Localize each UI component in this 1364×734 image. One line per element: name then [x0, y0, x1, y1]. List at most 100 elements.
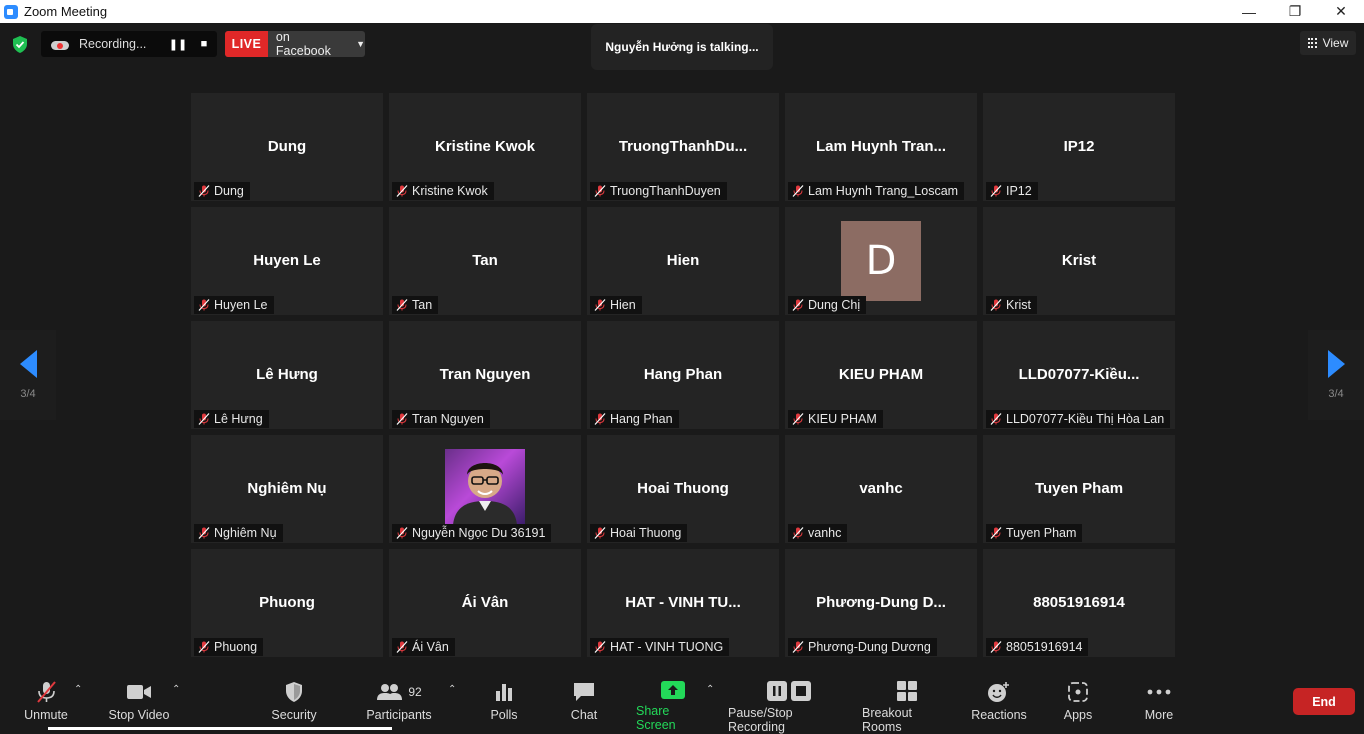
- end-meeting-button[interactable]: End: [1293, 688, 1355, 715]
- reactions-label: Reactions: [971, 708, 1027, 722]
- participant-tile[interactable]: HAT - VINH TU... HAT - VINH TUONG: [587, 549, 779, 657]
- participant-label-text: 88051916914: [1006, 640, 1083, 654]
- security-shield-icon: [284, 680, 304, 704]
- apps-button[interactable]: Apps: [1062, 680, 1094, 726]
- participant-tile[interactable]: Phương-Dung D... Phương-Dung Dương: [785, 549, 977, 657]
- security-button[interactable]: Security: [268, 680, 320, 726]
- participant-label-text: Ái Vân: [412, 640, 449, 654]
- live-badge: LIVE: [225, 31, 268, 57]
- participant-tile[interactable]: Nguyễn Ngọc Du 36191: [389, 435, 581, 543]
- audio-options-caret-icon[interactable]: ⌃: [74, 684, 82, 695]
- stop-video-button[interactable]: Stop Video: [106, 680, 172, 726]
- participant-tile[interactable]: D Dung Chị: [785, 207, 977, 315]
- participant-tile[interactable]: 88051916914 88051916914: [983, 549, 1175, 657]
- page-indicator-left: 3/4: [20, 388, 36, 400]
- participant-name-label: Nghiêm Nụ: [194, 524, 283, 542]
- participant-tile[interactable]: TruongThanhDu... TruongThanhDuyen: [587, 93, 779, 201]
- page-indicator-right: 3/4: [1328, 388, 1344, 400]
- restore-icon[interactable]: ❐: [1272, 0, 1318, 23]
- participant-display-name: LLD07077-Kiều...: [1018, 366, 1140, 383]
- participant-name-label: Nguyễn Ngọc Du 36191: [392, 524, 552, 542]
- participant-tile[interactable]: KIEU PHAM KIEU PHAM: [785, 321, 977, 429]
- pause-stop-recording-button[interactable]: Pause/Stop Recording: [728, 680, 850, 734]
- participant-tile[interactable]: Lam Huynh Tran... Lam Huynh Trang_Loscam: [785, 93, 977, 201]
- participant-tile[interactable]: Krist Krist: [983, 207, 1175, 315]
- unmute-button[interactable]: Unmute: [22, 680, 70, 726]
- participant-tile[interactable]: Nghiêm Nụ Nghiêm Nụ: [191, 435, 383, 543]
- participant-tile[interactable]: Hang Phan Hang Phan: [587, 321, 779, 429]
- close-icon[interactable]: ✕: [1318, 0, 1364, 23]
- participant-tile[interactable]: IP12 IP12: [983, 93, 1175, 201]
- participant-tile[interactable]: Dung Dung: [191, 93, 383, 201]
- avatar-photo: [445, 449, 525, 525]
- avatar: D: [841, 221, 921, 301]
- participant-name-label: Phuong: [194, 638, 264, 656]
- share-screen-button[interactable]: Share Screen: [636, 680, 710, 732]
- participant-display-name: Huyen Le: [253, 252, 321, 269]
- participant-tile[interactable]: vanhc vanhc: [785, 435, 977, 543]
- participant-display-name: Dung: [267, 138, 307, 155]
- participant-tile[interactable]: Hoai Thuong Hoai Thuong: [587, 435, 779, 543]
- cloud-record-icon: [51, 38, 69, 50]
- participant-label-text: Phương-Dung Dương: [808, 640, 931, 654]
- participant-tile[interactable]: Tan Tan: [389, 207, 581, 315]
- polls-button[interactable]: Polls: [488, 680, 520, 726]
- reactions-button[interactable]: Reactions: [970, 680, 1028, 726]
- chat-button[interactable]: Chat: [568, 680, 600, 726]
- participant-display-name: HAT - VINH TU...: [625, 594, 741, 611]
- participant-tile[interactable]: Tran Nguyen Tran Nguyen: [389, 321, 581, 429]
- participant-name-label: Hang Phan: [590, 410, 679, 428]
- participant-tile[interactable]: Tuyen Pham Tuyen Pham: [983, 435, 1175, 543]
- minimize-icon[interactable]: —: [1226, 0, 1272, 23]
- apps-label: Apps: [1063, 708, 1093, 722]
- share-options-caret-icon[interactable]: ⌃: [706, 684, 714, 695]
- view-button[interactable]: View: [1300, 31, 1356, 55]
- participant-display-name: Phương-Dung D...: [816, 594, 946, 611]
- participant-label-text: Lam Huynh Trang_Loscam: [808, 184, 959, 198]
- video-options-caret-icon[interactable]: ⌃: [172, 684, 180, 695]
- participants-icon: 92: [376, 680, 422, 704]
- participant-label-text: Dung: [214, 184, 244, 198]
- next-page-button[interactable]: 3/4: [1308, 330, 1364, 420]
- participant-display-name: Lê Hưng: [256, 366, 318, 383]
- participant-tile[interactable]: Hien Hien: [587, 207, 779, 315]
- participant-gallery: Dung Dung Kristine Kwok Kristine Kwok Truong…: [191, 93, 1175, 659]
- participants-button[interactable]: 92 Participants: [364, 680, 434, 726]
- participant-name-label: 88051916914: [986, 638, 1089, 656]
- prev-page-icon: [19, 350, 37, 378]
- participant-label-text: IP12: [1006, 184, 1032, 198]
- view-label: View: [1322, 36, 1349, 50]
- participant-tile[interactable]: LLD07077-Kiều... LLD07077-Kiều Thị Hòa La…: [983, 321, 1175, 429]
- chevron-down-icon[interactable]: ▼: [356, 39, 365, 49]
- live-stream-indicator[interactable]: LIVE on Facebook ▼: [225, 30, 365, 58]
- participant-label-text: Phuong: [214, 640, 258, 654]
- participant-name-label: Phương-Dung Dương: [788, 638, 937, 656]
- participant-display-name: Tan: [472, 252, 498, 269]
- participant-name-label: Kristine Kwok: [392, 182, 494, 200]
- participant-display-name: 88051916914: [1033, 594, 1125, 611]
- participant-tile[interactable]: Ái Vân Ái Vân: [389, 549, 581, 657]
- grid-view-icon: [1307, 38, 1318, 48]
- pause-icon[interactable]: ❚❚: [167, 33, 189, 55]
- shield-check-icon[interactable]: [12, 36, 28, 53]
- participants-label: Participants: [366, 708, 432, 722]
- breakout-rooms-button[interactable]: Breakout Rooms: [862, 680, 952, 734]
- participant-name-label: Tran Nguyen: [392, 410, 490, 428]
- participant-tile[interactable]: Lê Hưng Lê Hưng: [191, 321, 383, 429]
- more-label: More: [1144, 708, 1174, 722]
- recording-label: Recording...: [79, 37, 147, 51]
- participant-display-name: Ái Vân: [461, 594, 509, 611]
- participant-tile[interactable]: Kristine Kwok Kristine Kwok: [389, 93, 581, 201]
- previous-page-button[interactable]: 3/4: [0, 330, 56, 420]
- participants-caret-icon[interactable]: ⌃: [448, 684, 456, 695]
- participant-label-text: Dung Chị: [808, 298, 861, 312]
- breakout-rooms-icon: [896, 680, 918, 702]
- participant-tile[interactable]: Phuong Phuong: [191, 549, 383, 657]
- participant-tile[interactable]: Huyen Le Huyen Le: [191, 207, 383, 315]
- video-camera-icon: [126, 680, 152, 704]
- participant-name-label: Tan: [392, 296, 439, 314]
- participant-label-text: Tuyen Pham: [1006, 526, 1077, 540]
- more-button[interactable]: More: [1140, 680, 1178, 726]
- security-label: Security: [271, 708, 317, 722]
- stop-icon[interactable]: ■: [193, 33, 215, 55]
